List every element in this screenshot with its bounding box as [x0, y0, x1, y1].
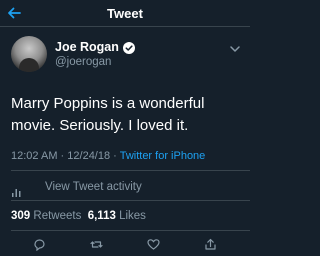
page-title: Tweet [107, 6, 143, 21]
meta-separator: · [60, 150, 65, 162]
verified-badge-icon [122, 41, 135, 54]
view-tweet-activity-link[interactable]: View Tweet activity [45, 181, 142, 193]
tweet-stats: 309 Retweets 6,113 Likes [11, 210, 146, 222]
divider [11, 230, 250, 231]
author-handle[interactable]: @joerogan [55, 56, 111, 68]
top-bar: Tweet [0, 0, 250, 27]
chevron-down-icon[interactable] [228, 42, 242, 56]
tweet-date: 12/24/18 [67, 150, 111, 162]
likes-count[interactable]: 6,113 [88, 210, 116, 222]
tweet-source-link[interactable]: Twitter for iPhone [120, 150, 206, 162]
divider [11, 200, 250, 201]
divider [11, 170, 250, 171]
meta-separator: · [113, 150, 117, 162]
reply-icon[interactable] [33, 238, 46, 252]
share-icon[interactable] [204, 238, 217, 251]
likes-label[interactable]: Likes [119, 210, 146, 222]
tweet-text: Marry Poppins is a wonderful movie. Seri… [11, 95, 205, 134]
bar-chart-icon [11, 185, 23, 197]
retweets-count[interactable]: 309 [11, 210, 30, 222]
heart-icon[interactable] [147, 238, 160, 251]
tweet-meta: 12:02 AM · 12/24/18 · Twitter for iPhone [11, 150, 205, 162]
tweet-time: 12:02 AM [11, 150, 58, 162]
author-display-name[interactable]: Joe Rogan [55, 40, 119, 54]
avatar[interactable] [11, 36, 47, 72]
retweet-icon[interactable] [90, 238, 103, 251]
author-name-row: Joe Rogan [55, 39, 135, 55]
retweets-label[interactable]: Retweets [33, 210, 81, 222]
tweet-actions-bar [0, 236, 250, 252]
